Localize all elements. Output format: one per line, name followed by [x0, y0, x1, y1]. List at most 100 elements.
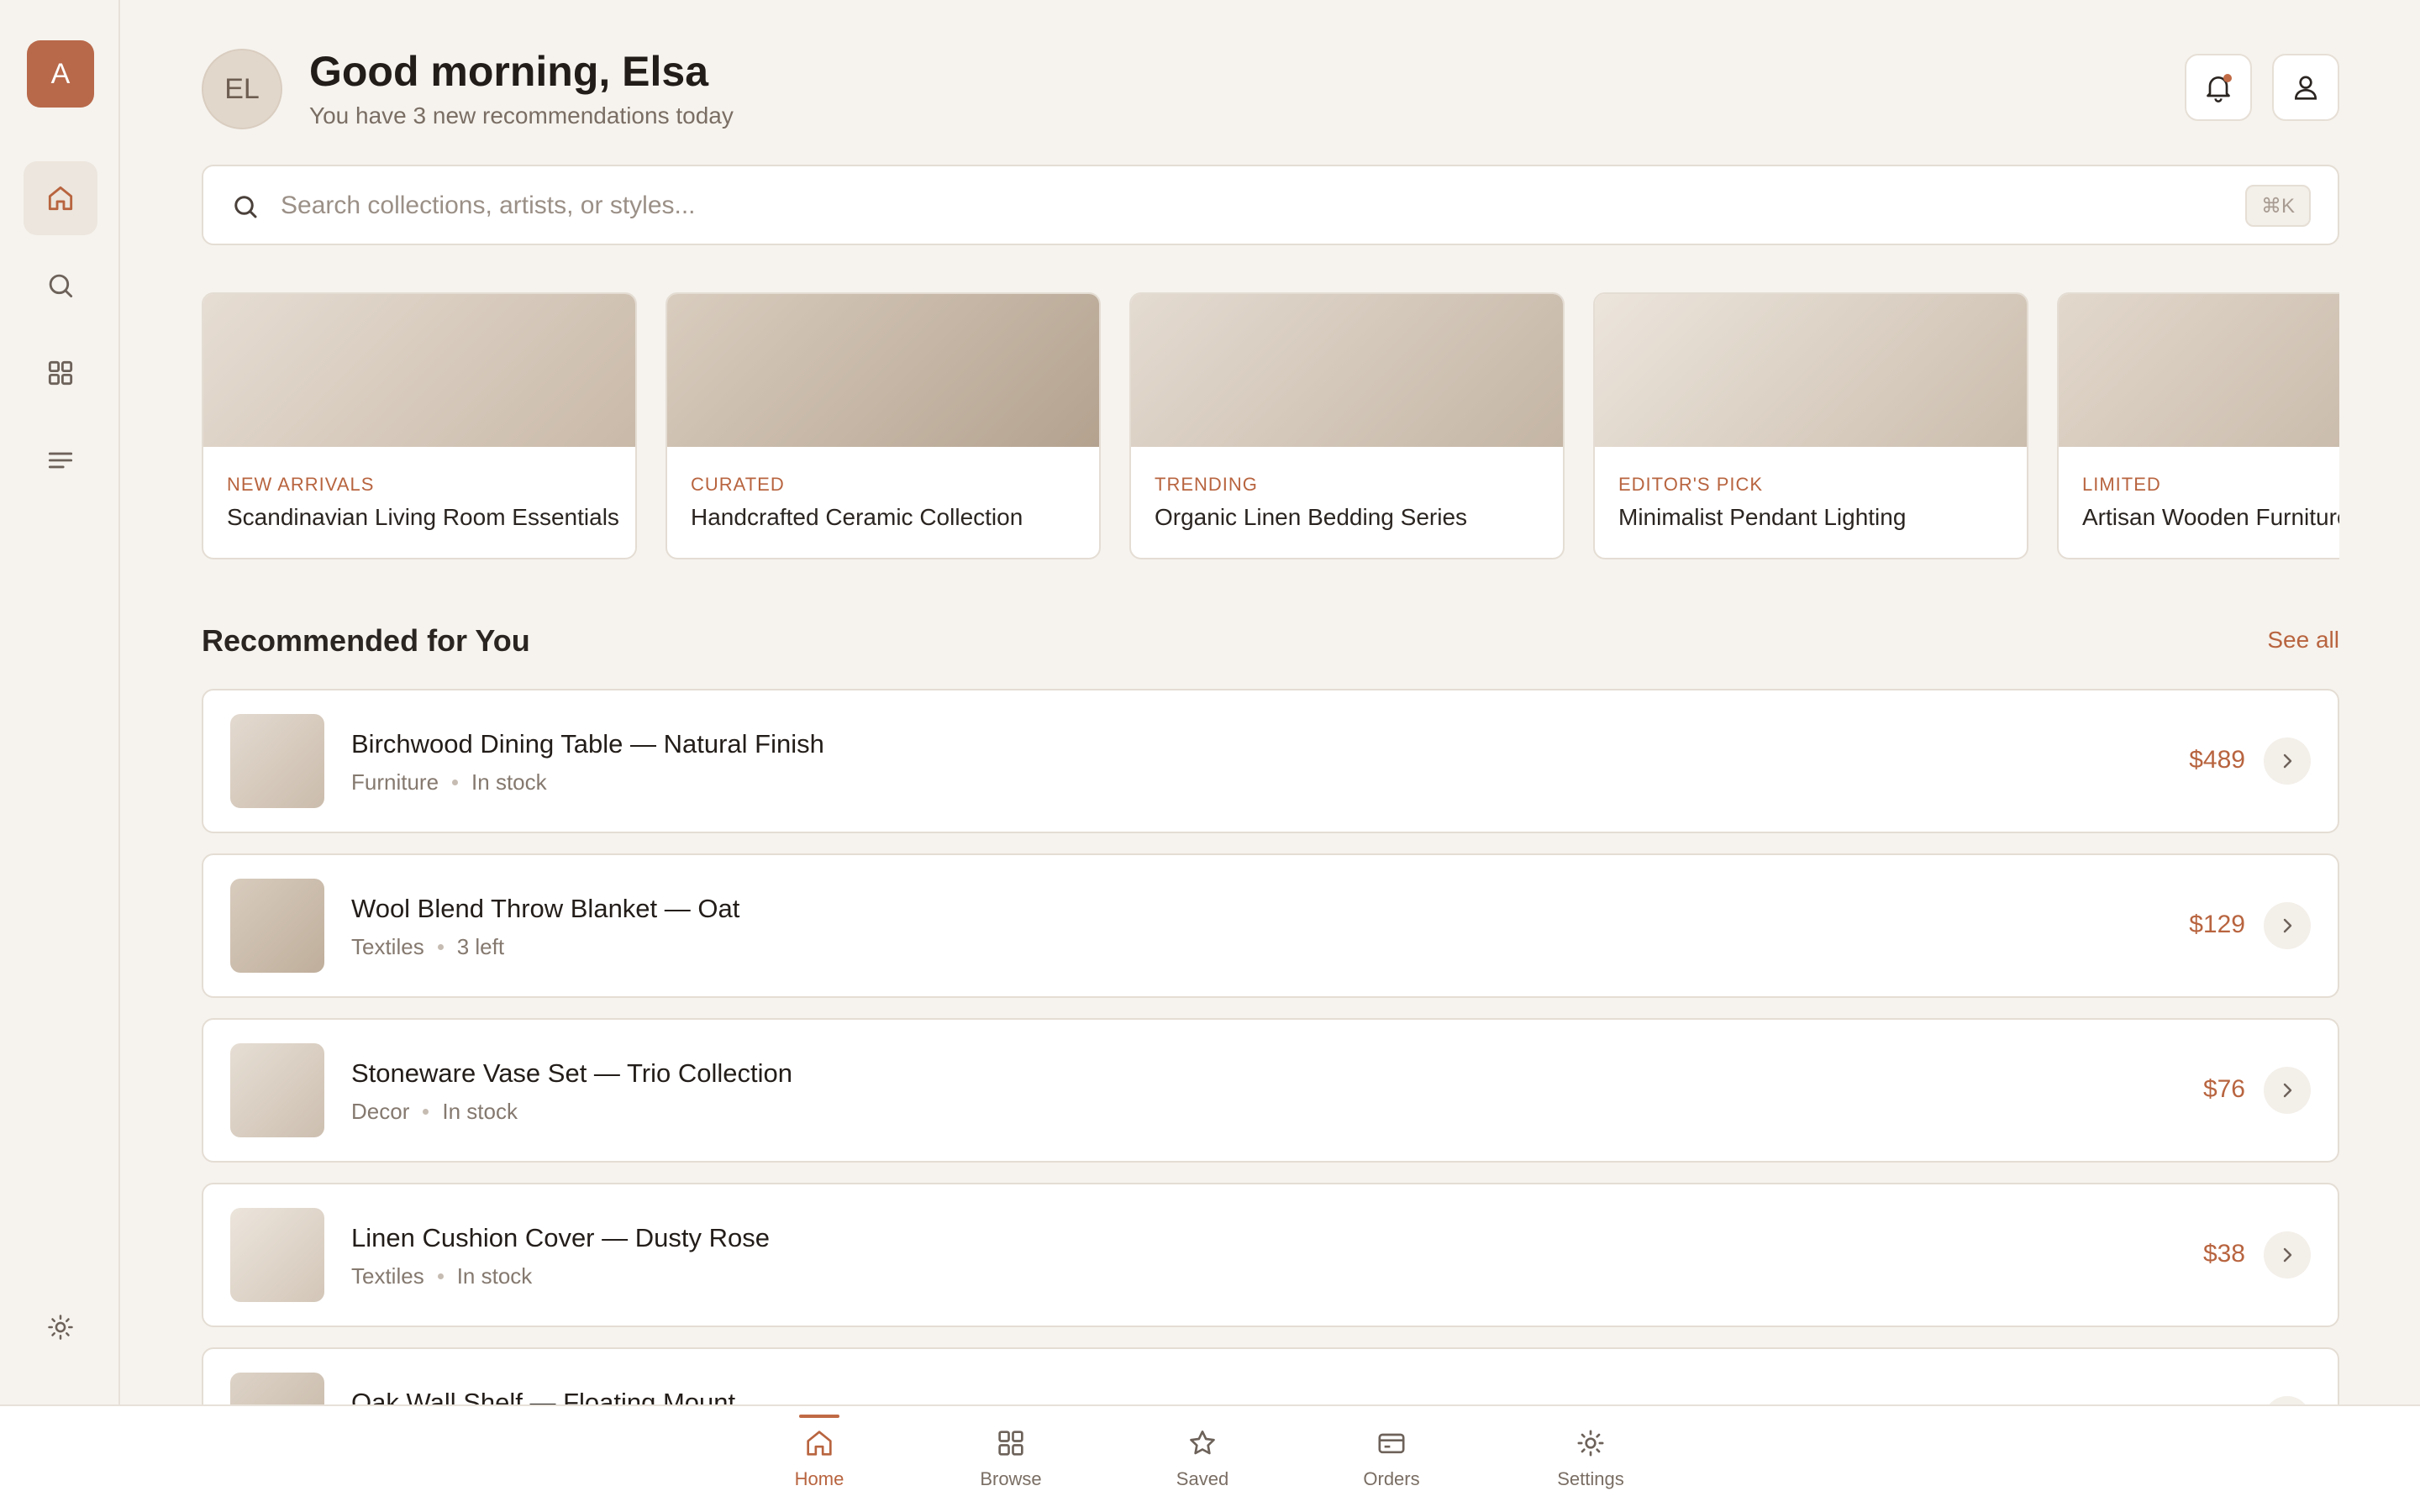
bottom-navigation: Home Browse Saved Orders Settings — [0, 1404, 2420, 1512]
sidebar-item-lists[interactable] — [24, 423, 97, 497]
card-icon — [1378, 1433, 1405, 1454]
sidebar-item-browse[interactable] — [24, 336, 97, 410]
collection-card[interactable]: NEW ARRIVALS Scandinavian Living Room Es… — [202, 292, 637, 559]
grid-icon — [998, 1431, 1023, 1456]
list-item[interactable]: Wool Blend Throw Blanket — Oat Textiles 3… — [202, 853, 2339, 998]
collection-card[interactable]: CURATED Handcrafted Ceramic Collection — [666, 292, 1101, 559]
product-name: Stoneware Vase Set — Trio Collection — [351, 1058, 792, 1088]
collection-card[interactable]: EDITOR'S PICK Minimalist Pendant Lightin… — [1593, 292, 2028, 559]
nav-label: Settings — [1557, 1468, 1624, 1489]
list-item[interactable]: Linen Cushion Cover — Dusty Rose Textile… — [202, 1183, 2339, 1327]
open-item-button[interactable] — [2264, 902, 2311, 949]
product-thumbnail — [230, 879, 324, 973]
collection-image — [203, 294, 635, 447]
open-item-button[interactable] — [2264, 1396, 2311, 1404]
collection-title: Scandinavian Living Room Essentials — [227, 504, 619, 530]
open-item-button[interactable] — [2264, 1067, 2311, 1114]
collection-title: Handcrafted Ceramic Collection — [691, 504, 1023, 530]
collection-image — [667, 294, 1099, 447]
app-logo[interactable]: A — [27, 40, 94, 108]
product-meta: Textiles In stock — [351, 1263, 532, 1289]
product-category: Textiles — [351, 1263, 424, 1289]
home-icon — [48, 186, 73, 211]
search-input[interactable] — [281, 185, 2213, 227]
nav-item-home[interactable]: Home — [752, 1406, 886, 1512]
list-item[interactable]: Stoneware Vase Set — Trio Collection Dec… — [202, 1018, 2339, 1163]
open-item-button[interactable] — [2264, 738, 2311, 785]
nav-item-saved[interactable]: Saved — [1135, 1406, 1270, 1512]
section-title: Recommended for You — [202, 623, 530, 658]
search-icon — [49, 274, 73, 298]
product-meta: Furniture In stock — [351, 769, 547, 795]
sidebar-item-home[interactable] — [24, 161, 97, 235]
product-thumbnail — [230, 714, 324, 808]
page-subtitle: You have 3 new recommendations today — [309, 102, 734, 129]
product-name: Oak Wall Shelf — Floating Mount — [351, 1388, 736, 1404]
recommendation-list: Birchwood Dining Table — Natural Finish … — [202, 689, 2339, 1404]
collection-tag: NEW ARRIVALS — [227, 474, 375, 495]
home-icon — [807, 1431, 832, 1456]
notification-badge — [2223, 74, 2232, 82]
search-icon — [234, 196, 257, 218]
collection-title: Artisan Wooden Furniture — [2082, 504, 2339, 530]
active-indicator — [799, 1415, 839, 1418]
collection-tag: LIMITED — [2082, 474, 2161, 495]
product-category: Textiles — [351, 934, 424, 959]
collection-tag: EDITOR'S PICK — [1618, 474, 1764, 495]
product-thumbnail — [230, 1043, 324, 1137]
user-icon — [2294, 76, 2317, 100]
collection-image — [2059, 294, 2339, 447]
collection-tag: TRENDING — [1155, 474, 1258, 495]
open-item-button[interactable] — [2264, 1231, 2311, 1278]
collection-card[interactable]: LIMITED Artisan Wooden Furniture — [2057, 292, 2339, 559]
nav-item-settings[interactable]: Settings — [1523, 1406, 1658, 1512]
chevron-right-icon — [2283, 753, 2292, 769]
keyboard-shortcut-badge: ⌘K — [2245, 185, 2311, 227]
product-category: Decor — [351, 1099, 410, 1124]
product-price: $489 — [2189, 746, 2245, 774]
stock-status: In stock — [456, 1263, 533, 1289]
product-meta: Decor In stock — [351, 1099, 518, 1125]
product-price: $76 — [2202, 1075, 2245, 1103]
product-name: Wool Blend Throw Blanket — Oat — [351, 894, 740, 923]
nav-label: Orders — [1363, 1468, 1420, 1489]
sidebar-item-search[interactable] — [24, 249, 97, 323]
list-item[interactable]: Birchwood Dining Table — Natural Finish … — [202, 689, 2339, 833]
chevron-right-icon — [2283, 1247, 2292, 1263]
collection-card[interactable]: TRENDING Organic Linen Bedding Series — [1129, 292, 1565, 559]
nav-label: Saved — [1176, 1468, 1229, 1489]
nav-label: Browse — [980, 1468, 1042, 1489]
product-name: Linen Cushion Cover — Dusty Rose — [351, 1223, 770, 1252]
chevron-right-icon — [2283, 918, 2292, 933]
product-thumbnail — [230, 1373, 324, 1404]
sun-icon — [48, 1315, 73, 1340]
list-icon — [48, 452, 73, 469]
page-title: Good morning, Elsa — [309, 48, 709, 95]
collection-image — [1131, 294, 1563, 447]
avatar[interactable]: EL — [202, 49, 282, 129]
collection-tag: CURATED — [691, 474, 785, 495]
collections-carousel[interactable]: NEW ARRIVALS Scandinavian Living Room Es… — [202, 292, 2339, 561]
nav-item-browse[interactable]: Browse — [944, 1406, 1078, 1512]
product-name: Birchwood Dining Table — Natural Finish — [351, 729, 824, 759]
chevron-right-icon — [2283, 1083, 2292, 1098]
product-price: $38 — [2202, 1240, 2245, 1268]
see-all-link[interactable]: See all — [2267, 627, 2339, 654]
grid-icon — [48, 360, 73, 386]
collection-image — [1595, 294, 2027, 447]
product-price: $129 — [2189, 911, 2245, 938]
nav-item-orders[interactable]: Orders — [1324, 1406, 1459, 1512]
profile-button[interactable] — [2272, 54, 2339, 121]
product-thumbnail — [230, 1208, 324, 1302]
sidebar: A — [0, 0, 120, 1404]
list-item[interactable]: Oak Wall Shelf — Floating Mount — [202, 1347, 2339, 1404]
notifications-button[interactable] — [2185, 54, 2252, 121]
collection-title: Organic Linen Bedding Series — [1155, 504, 1468, 530]
theme-toggle-button[interactable] — [24, 1290, 97, 1364]
product-category: Furniture — [351, 769, 439, 795]
gear-icon — [1577, 1430, 1604, 1457]
nav-label: Home — [794, 1468, 844, 1489]
search-bar[interactable]: ⌘K — [202, 165, 2339, 245]
collection-title: Minimalist Pendant Lighting — [1618, 504, 1907, 530]
stock-status: 3 left — [456, 934, 505, 959]
